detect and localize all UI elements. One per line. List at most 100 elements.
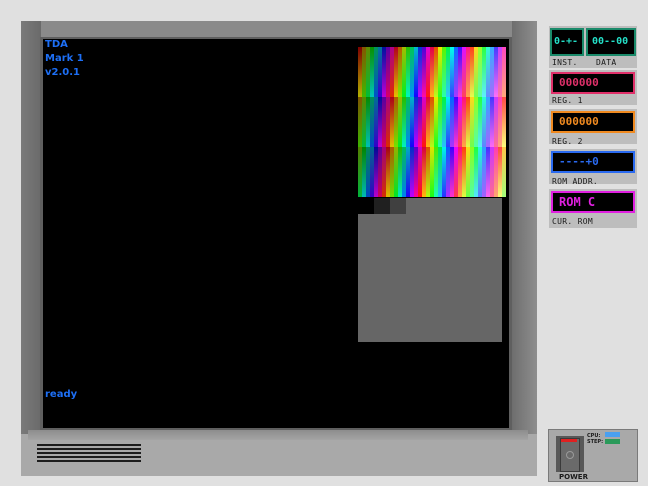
palette-swatch [490, 97, 494, 147]
palette-swatch [446, 147, 450, 197]
rom-addr-label: ROM ADDR. [552, 177, 599, 186]
palette-swatch [486, 97, 490, 147]
gray-block [358, 198, 502, 342]
vent-slot [37, 448, 141, 450]
color-palette-graphic [358, 47, 506, 197]
palette-swatch [450, 147, 454, 197]
palette-swatch [378, 47, 382, 97]
palette-swatch [414, 147, 418, 197]
palette-swatch [422, 47, 426, 97]
palette-swatch [494, 47, 498, 97]
palette-swatch [454, 147, 458, 197]
palette-swatch [410, 147, 414, 197]
cur-rom-display: ROM C [551, 191, 635, 213]
power-label: POWER [559, 473, 588, 481]
palette-swatch [458, 97, 462, 147]
palette-swatch [362, 147, 366, 197]
palette-swatch [490, 47, 494, 97]
palette-swatch [470, 47, 474, 97]
palette-swatch [398, 97, 402, 147]
palette-swatch [438, 97, 442, 147]
cpu-indicator-light [605, 432, 620, 437]
palette-swatch [406, 97, 410, 147]
palette-swatch [374, 47, 378, 97]
palette-swatch [498, 97, 502, 147]
palette-swatch [466, 47, 470, 97]
palette-swatch [406, 47, 410, 97]
palette-swatch [450, 97, 454, 147]
palette-swatch [382, 47, 386, 97]
palette-swatch [442, 97, 446, 147]
palette-swatch [422, 97, 426, 147]
palette-swatch [474, 147, 478, 197]
palette-swatch [466, 97, 470, 147]
palette-swatch [458, 147, 462, 197]
palette-swatch [430, 97, 434, 147]
palette-swatch [374, 147, 378, 197]
palette-swatch [434, 47, 438, 97]
palette-swatch [418, 47, 422, 97]
palette-swatch [378, 97, 382, 147]
palette-swatch [374, 97, 378, 147]
palette-swatch [366, 47, 370, 97]
palette-swatch [502, 147, 506, 197]
color-palette [358, 47, 506, 197]
palette-swatch [386, 47, 390, 97]
step-indicator-light [605, 439, 620, 444]
palette-swatch [502, 97, 506, 147]
palette-swatch [470, 147, 474, 197]
palette-swatch [502, 47, 506, 97]
palette-swatch [418, 147, 422, 197]
palette-swatch [430, 147, 434, 197]
palette-swatch [394, 47, 398, 97]
monitor-top-bevel [21, 21, 537, 37]
palette-swatch [450, 47, 454, 97]
palette-swatch [394, 147, 398, 197]
palette-swatch [358, 147, 362, 197]
reg2-display: 000000 [551, 111, 635, 133]
palette-swatch [474, 47, 478, 97]
palette-swatch [462, 97, 466, 147]
palette-swatch [386, 147, 390, 197]
palette-swatch [454, 97, 458, 147]
palette-swatch [406, 147, 410, 197]
inst-label: INST. [552, 58, 578, 67]
reg1-display: 000000 [551, 72, 635, 94]
palette-swatch [442, 47, 446, 97]
palette-swatch [470, 97, 474, 147]
palette-swatch [370, 97, 374, 147]
palette-swatch [378, 147, 382, 197]
palette-swatch [498, 147, 502, 197]
power-switch-indicator [561, 439, 577, 442]
palette-swatch [382, 147, 386, 197]
palette-swatch [390, 47, 394, 97]
data-display: 00--00 [586, 28, 636, 56]
palette-swatch [442, 147, 446, 197]
palette-swatch [398, 47, 402, 97]
palette-swatch [494, 147, 498, 197]
monitor-right-bevel [512, 21, 537, 434]
palette-swatch [382, 97, 386, 147]
palette-swatch [410, 97, 414, 147]
palette-swatch [418, 97, 422, 147]
palette-swatch [390, 147, 394, 197]
palette-swatch [370, 47, 374, 97]
palette-swatch [434, 147, 438, 197]
palette-swatch [362, 97, 366, 147]
palette-swatch [482, 47, 486, 97]
palette-swatch [430, 47, 434, 97]
screen-brand: TDA [45, 39, 68, 50]
palette-swatch [434, 97, 438, 147]
palette-swatch [402, 97, 406, 147]
palette-swatch [462, 47, 466, 97]
monitor-left-bevel [21, 21, 41, 434]
palette-swatch [426, 147, 430, 197]
vent-slot [37, 452, 141, 454]
cur-rom-label: CUR. ROM [552, 217, 593, 226]
palette-cell [358, 198, 374, 214]
reg2-label: REG. 2 [552, 137, 583, 146]
palette-swatch [426, 97, 430, 147]
palette-swatch [410, 47, 414, 97]
palette-swatch [370, 147, 374, 197]
palette-swatch [358, 97, 362, 147]
